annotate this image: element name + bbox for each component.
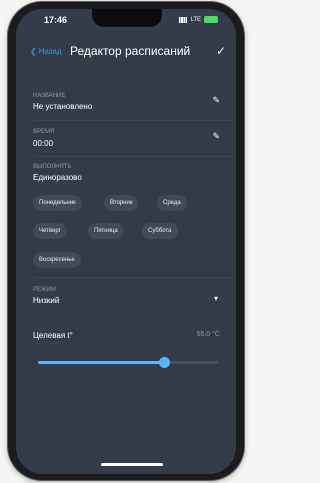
name-value: Не установлено	[33, 102, 93, 111]
mode-value[interactable]: Низкий	[33, 296, 59, 305]
day-chip-monday[interactable]: Понедельник	[33, 195, 82, 211]
back-label: Назад	[38, 47, 62, 56]
pencil-icon[interactable]: ✎	[212, 95, 220, 106]
pencil-icon[interactable]: ✎	[212, 131, 220, 142]
day-chip-wednesday[interactable]: Среда	[157, 195, 187, 211]
target-temperature-label: Целевая t°	[33, 331, 73, 340]
day-chip-tuesday[interactable]: Вторник	[104, 195, 139, 211]
day-chip-thursday[interactable]: Четверг	[33, 223, 67, 239]
battery-icon	[204, 16, 218, 23]
check-icon[interactable]: ✓	[216, 44, 226, 58]
divider	[33, 120, 233, 121]
time-value: 00:00	[33, 139, 54, 148]
status-time: 17:46	[44, 15, 68, 25]
page-title: Редактор расписаний	[70, 44, 191, 58]
temperature-slider[interactable]	[38, 357, 218, 368]
app-screen: 17:46 LTE ❮ Назад Редактор расписаний ✓ …	[16, 9, 236, 474]
slider-fill	[38, 361, 164, 364]
slider-thumb[interactable]	[159, 357, 170, 368]
day-chip-sunday[interactable]: Воскресенье	[33, 252, 81, 268]
status-indicators: LTE	[179, 16, 218, 23]
triangle-down-icon[interactable]: ▾	[214, 294, 218, 303]
execute-label: ВЫПОЛНЯТЬ	[33, 164, 72, 170]
header: ❮ Назад Редактор расписаний ✓	[16, 43, 236, 65]
target-temperature-value: 55.0 °C	[196, 331, 220, 338]
name-label: НАЗВАНИЕ	[33, 93, 66, 99]
back-button[interactable]: ❮ Назад	[30, 47, 62, 56]
mode-label: РЕЖИМ	[33, 287, 56, 293]
day-chip-saturday[interactable]: Суббота	[142, 223, 178, 239]
chevron-left-icon: ❮	[30, 47, 37, 56]
divider	[33, 277, 233, 278]
day-chip-friday[interactable]: Пятница	[88, 223, 124, 239]
home-indicator	[101, 463, 163, 466]
phone-frame: 17:46 LTE ❮ Назад Редактор расписаний ✓ …	[8, 2, 244, 480]
notch	[92, 9, 162, 27]
network-type: LTE	[190, 16, 201, 23]
divider	[33, 156, 233, 157]
execute-value[interactable]: Единоразово	[33, 173, 82, 182]
time-label: ВРЕМЯ	[33, 129, 55, 135]
signal-icon	[179, 16, 188, 23]
